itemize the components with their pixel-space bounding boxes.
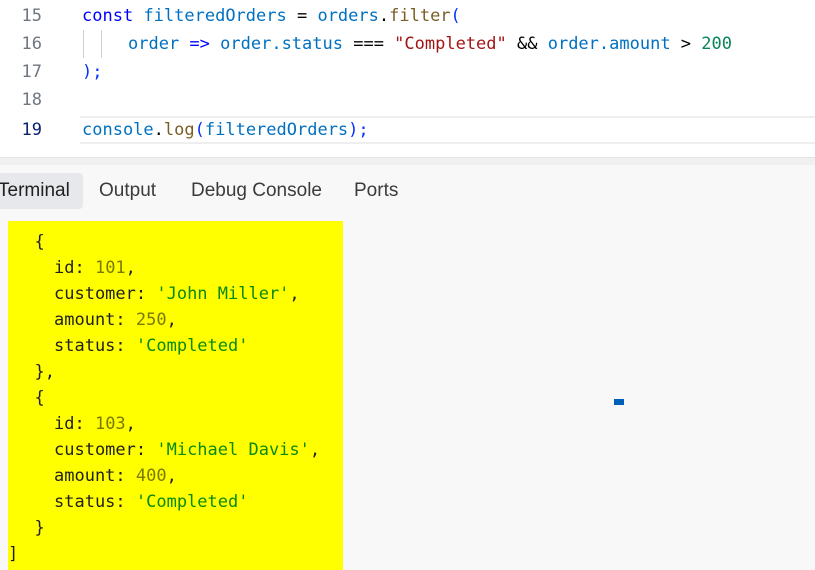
terminal-line: status: 'Completed': [54, 333, 248, 359]
object-key: status:: [54, 492, 136, 512]
property-token: .status: [271, 34, 343, 54]
terminal-line: id: 103,: [54, 411, 136, 437]
code-line-16[interactable]: 16 order => order.status === "Completed"…: [0, 30, 815, 58]
string-token: "Completed": [394, 34, 507, 54]
object-key: amount:: [54, 310, 136, 330]
function-token: filter: [389, 6, 451, 26]
terminal-line: ]: [8, 544, 19, 564]
identifier-token: console: [82, 120, 154, 140]
operator-token: =: [286, 6, 318, 26]
punctuation-token: .: [378, 6, 390, 26]
code-line-18[interactable]: 18: [0, 86, 815, 114]
terminal-line: customer: 'John Miller',: [54, 281, 300, 307]
code-text: console.log(filteredOrders);: [82, 116, 369, 144]
comma: ,: [125, 414, 136, 434]
identifier-token: order: [547, 34, 599, 54]
code-text: const filteredOrders = orders.filter(: [82, 2, 461, 30]
tab-ports[interactable]: Ports: [354, 173, 398, 209]
object-key: customer:: [54, 440, 157, 460]
keyword-token: const: [82, 6, 134, 26]
tab-output[interactable]: Output: [99, 173, 156, 209]
code-text: );: [82, 62, 103, 82]
object-key: id:: [54, 258, 95, 278]
operator-token: =>: [179, 34, 221, 54]
string-value: 'Completed': [135, 492, 249, 512]
terminal-line: },: [14, 362, 55, 382]
number-value: 400: [135, 466, 167, 486]
punctuation-token: .: [153, 120, 164, 140]
object-key: id:: [54, 414, 95, 434]
bottom-panel: Terminal Output Debug Console Ports { id…: [0, 165, 815, 570]
identifier-token: filteredOrders: [204, 120, 349, 140]
comma: ,: [166, 310, 177, 330]
paren-token: );: [348, 120, 369, 140]
terminal-line: amount: 250,: [54, 307, 177, 333]
number-value: 101: [94, 258, 126, 278]
paren-token: (: [450, 6, 461, 26]
string-value: 'John Miller': [156, 284, 290, 304]
comma: ,: [289, 284, 300, 304]
property-token: .amount: [598, 34, 671, 54]
number-value: 250: [135, 310, 167, 330]
object-key: amount:: [54, 466, 136, 486]
operator-token: ===: [342, 34, 395, 54]
tab-terminal[interactable]: Terminal: [0, 173, 83, 209]
line-number: 17: [21, 62, 42, 82]
code-line-15[interactable]: 15 const filteredOrders = orders.filter(: [0, 2, 815, 30]
object-key: status:: [54, 336, 136, 356]
identifier-token: orders: [317, 6, 379, 26]
object-key: customer:: [54, 284, 157, 304]
line-number: 18: [21, 90, 42, 110]
number-token: 200: [701, 34, 732, 54]
operator-token: >: [670, 34, 702, 54]
code-line-17[interactable]: 17 );: [0, 58, 815, 86]
line-number: 19: [21, 120, 42, 140]
line-number: 15: [21, 6, 42, 26]
panel-tabs: Terminal Output Debug Console Ports: [0, 165, 815, 217]
paren-token: (: [194, 120, 205, 140]
operator-token: &&: [506, 34, 548, 54]
terminal-line: id: 101,: [54, 255, 136, 281]
comma: ,: [125, 258, 136, 278]
scrollbar-marker: [614, 399, 624, 405]
code-editor[interactable]: 15 const filteredOrders = orders.filter(…: [0, 0, 815, 157]
terminal-line: amount: 400,: [54, 463, 177, 489]
comma: ,: [166, 466, 177, 486]
terminal-output[interactable]: { id: 101, customer: 'John Miller', amou…: [0, 221, 815, 570]
terminal-line: {: [14, 232, 45, 252]
number-value: 103: [94, 414, 126, 434]
terminal-line: status: 'Completed': [54, 489, 248, 515]
terminal-line: {: [14, 388, 45, 408]
identifier-token: filteredOrders: [143, 6, 287, 26]
string-value: 'Completed': [135, 336, 249, 356]
tab-debug-console[interactable]: Debug Console: [191, 173, 322, 209]
identifier-token: order: [220, 34, 272, 54]
comma: ,: [309, 440, 321, 460]
line-number: 16: [21, 34, 42, 54]
function-token: log: [163, 120, 195, 140]
code-text: order => order.status === "Completed" &&…: [128, 30, 732, 58]
terminal-line: customer: 'Michael Davis',: [54, 437, 320, 463]
code-line-19[interactable]: 19 console.log(filteredOrders);: [0, 116, 815, 144]
string-value: 'Michael Davis': [156, 440, 310, 460]
identifier-token: order: [128, 34, 180, 54]
terminal-line: }: [14, 518, 45, 538]
panel-sash[interactable]: [0, 157, 815, 165]
